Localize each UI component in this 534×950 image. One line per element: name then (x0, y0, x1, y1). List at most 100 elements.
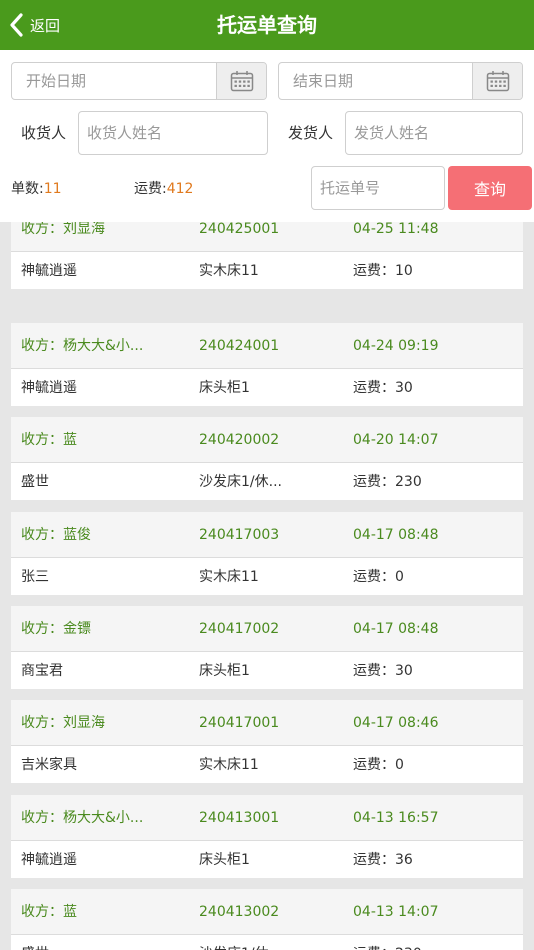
goods-name: 实木床11 (199, 757, 259, 773)
order-number-input[interactable] (312, 167, 444, 209)
top-bar: 返回 托运单查询 (0, 0, 534, 50)
list-item[interactable]: 收方：金镖 240417002 04-17 08:48 商宝君 床头柜1 运费：… (11, 606, 523, 689)
list-item[interactable]: 收方：杨大大&小... 240424001 04-24 09:19 神毓逍遥 床… (11, 323, 523, 406)
order-number-field (311, 166, 445, 210)
order-time: 04-17 08:48 (353, 527, 439, 543)
receiver-name: 收方：刘显海 (21, 222, 105, 237)
list-item-body: 张三 实木床11 运费：0 (11, 558, 523, 595)
end-date-calendar-button[interactable] (472, 63, 522, 99)
receiver-input[interactable] (79, 112, 267, 154)
receiver-name: 收方：蓝 (21, 904, 77, 920)
order-time: 04-17 08:48 (353, 621, 439, 637)
order-number: 240417003 (199, 527, 280, 543)
list-item-body: 神毓逍遥 实木床11 运费：10 (11, 252, 523, 289)
sender-name: 神毓逍遥 (21, 852, 77, 868)
sender-name: 商宝君 (21, 663, 63, 679)
fee-total-value: 412 (166, 181, 194, 197)
goods-name: 床头柜1 (199, 380, 250, 396)
list-item-header: 收方：金镖 240417002 04-17 08:48 (11, 606, 523, 652)
goods-name: 沙发床1/休... (199, 474, 282, 490)
sender-name: 张三 (21, 569, 49, 585)
receiver-name: 收方：蓝 (21, 432, 77, 448)
order-fee: 运费：0 (353, 757, 404, 773)
list-item[interactable]: 收方：刘显海 240425001 04-25 11:48 神毓逍遥 实木床11 … (11, 222, 523, 289)
order-time: 04-13 16:57 (353, 810, 439, 826)
order-count: 单数:11 (11, 178, 62, 198)
list-item-body: 神毓逍遥 床头柜1 运费：36 (11, 841, 523, 878)
order-fee: 运费：230 (353, 474, 422, 490)
query-button[interactable]: 查询 (448, 166, 532, 210)
sender-label: 发货人 (288, 124, 334, 142)
sender-name: 神毓逍遥 (21, 263, 77, 279)
list-item[interactable]: 收方：蓝 240413002 04-13 14:07 盛世 沙发床1/休... … (11, 889, 523, 950)
order-time: 04-24 09:19 (353, 338, 439, 354)
list-item[interactable]: 收方：蓝俊 240417003 04-17 08:48 张三 实木床11 运费：… (11, 512, 523, 595)
receiver-name: 收方：蓝俊 (21, 527, 91, 543)
receiver-label: 收货人 (21, 124, 67, 142)
list-item-header: 收方：杨大大&小... 240413001 04-13 16:57 (11, 795, 523, 841)
list-item-header: 收方：杨大大&小... 240424001 04-24 09:19 (11, 323, 523, 369)
goods-name: 床头柜1 (199, 852, 250, 868)
order-time: 04-25 11:48 (353, 222, 439, 237)
sender-name: 吉米家具 (21, 757, 77, 773)
page-title: 托运单查询 (217, 13, 317, 37)
order-fee: 运费：0 (353, 569, 404, 585)
order-fee: 运费：30 (353, 663, 413, 679)
calendar-icon (230, 71, 253, 92)
order-number: 240413001 (199, 810, 280, 826)
order-number: 240424001 (199, 338, 280, 354)
start-date-field (11, 62, 267, 100)
receiver-name: 收方：刘显海 (21, 715, 105, 731)
order-list[interactable]: 收方：刘显海 240425001 04-25 11:48 神毓逍遥 实木床11 … (0, 222, 534, 950)
fee-total: 运费:412 (134, 178, 193, 198)
calendar-icon (486, 71, 509, 92)
order-fee: 运费：30 (353, 380, 413, 396)
goods-name: 实木床11 (199, 263, 259, 279)
order-number: 240417001 (199, 715, 280, 731)
list-item-header: 收方：蓝 240420002 04-20 14:07 (11, 417, 523, 463)
list-item[interactable]: 收方：蓝 240420002 04-20 14:07 盛世 沙发床1/休... … (11, 417, 523, 500)
goods-name: 床头柜1 (199, 663, 250, 679)
order-number: 240417002 (199, 621, 280, 637)
goods-name: 实木床11 (199, 569, 259, 585)
sender-field (345, 111, 523, 155)
start-date-input[interactable] (12, 63, 216, 99)
back-label: 返回 (30, 16, 61, 35)
list-item-body: 盛世 沙发床1/休... 运费：230 (11, 463, 523, 500)
sender-name: 神毓逍遥 (21, 380, 77, 396)
sender-name: 盛世 (21, 474, 49, 490)
list-item-body: 商宝君 床头柜1 运费：30 (11, 652, 523, 689)
receiver-name: 收方：杨大大&小... (21, 338, 144, 354)
receiver-field (78, 111, 268, 155)
list-item-body: 神毓逍遥 床头柜1 运费：30 (11, 369, 523, 406)
list-item-header: 收方：蓝 240413002 04-13 14:07 (11, 889, 523, 935)
order-fee: 运费：10 (353, 263, 413, 279)
order-number: 240425001 (199, 222, 280, 237)
order-time: 04-13 14:07 (353, 904, 439, 920)
back-button[interactable]: 返回 (8, 0, 60, 50)
list-item-body: 盛世 沙发床1/休... 运费：230 (11, 935, 523, 950)
fee-total-label: 运费: (134, 181, 167, 197)
order-time: 04-17 08:46 (353, 715, 439, 731)
receiver-name: 收方：杨大大&小... (21, 810, 144, 826)
order-number: 240413002 (199, 904, 280, 920)
sender-input[interactable] (346, 112, 522, 154)
order-fee: 运费：230 (353, 935, 422, 950)
start-date-calendar-button[interactable] (216, 63, 266, 99)
order-number: 240420002 (199, 432, 280, 448)
end-date-field (278, 62, 523, 100)
list-item-body: 吉米家具 实木床11 运费：0 (11, 746, 523, 783)
order-count-value: 11 (43, 181, 62, 197)
list-item-header: 收方：蓝俊 240417003 04-17 08:48 (11, 512, 523, 558)
list-item[interactable]: 收方：杨大大&小... 240413001 04-13 16:57 神毓逍遥 床… (11, 795, 523, 878)
list-item[interactable]: 收方：刘显海 240417001 04-17 08:46 吉米家具 实木床11 … (11, 700, 523, 783)
order-fee: 运费：36 (353, 852, 413, 868)
list-item-header: 收方：刘显海 240425001 04-25 11:48 (11, 222, 523, 252)
order-count-label: 单数: (11, 181, 44, 197)
chevron-left-icon (10, 13, 23, 37)
order-time: 04-20 14:07 (353, 432, 439, 448)
end-date-input[interactable] (279, 63, 472, 99)
list-item-header: 收方：刘显海 240417001 04-17 08:46 (11, 700, 523, 746)
sender-name: 盛世 (21, 935, 49, 950)
goods-name: 沙发床1/休... (199, 935, 282, 950)
